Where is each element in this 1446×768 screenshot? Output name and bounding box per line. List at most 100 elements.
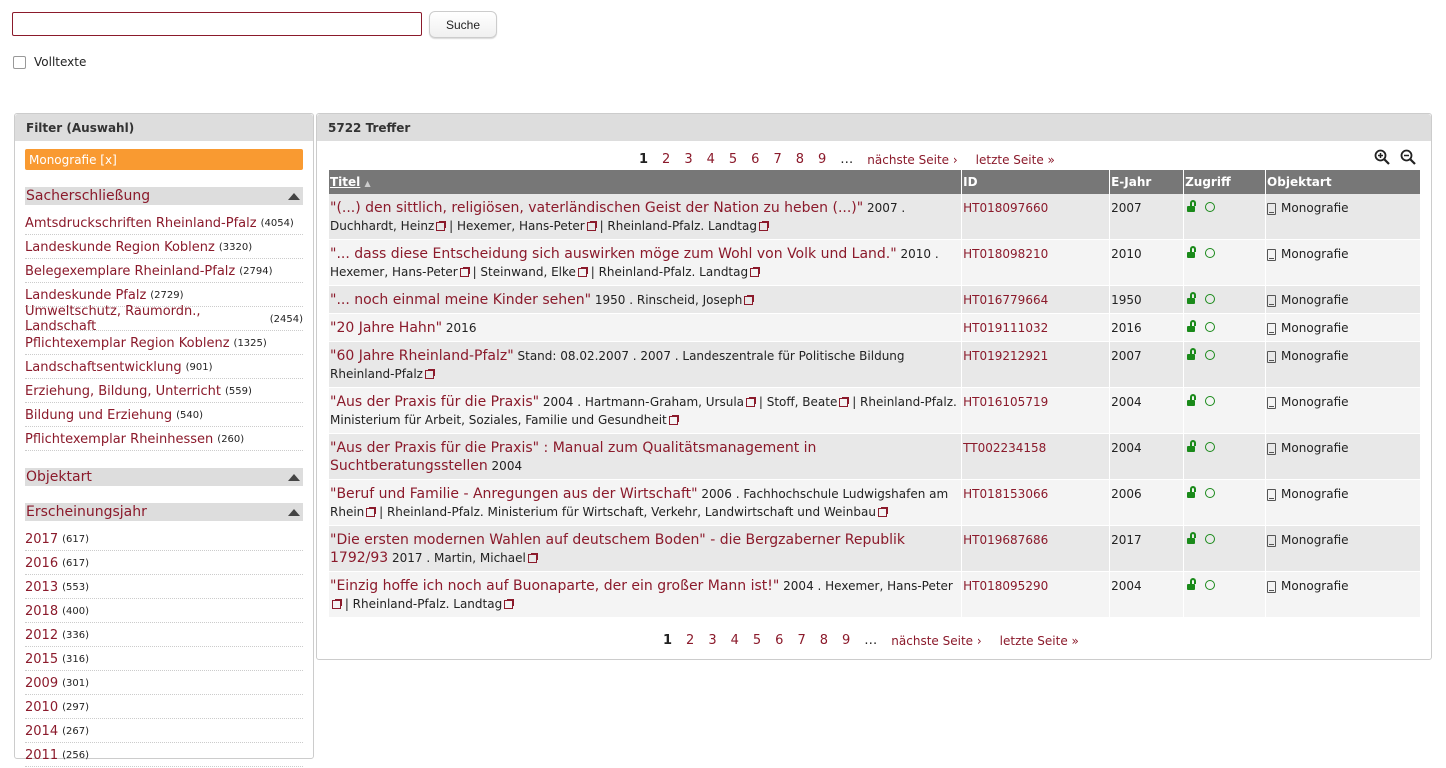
- external-link-icon[interactable]: [586, 221, 597, 231]
- result-title-link[interactable]: "Aus der Praxis für die Praxis" : Manual…: [330, 440, 816, 474]
- result-id-link[interactable]: HT016779664: [963, 293, 1048, 307]
- facet-item-link[interactable]: 2014: [25, 724, 58, 739]
- page-link[interactable]: 5: [753, 633, 761, 648]
- external-link-icon[interactable]: [577, 267, 588, 277]
- page-link[interactable]: 6: [751, 152, 759, 167]
- facet-item-count: (2454): [269, 313, 303, 325]
- facet-item-link[interactable]: Pflichtexemplar Rheinhessen: [25, 432, 213, 447]
- external-link-icon[interactable]: [527, 553, 538, 563]
- page-link[interactable]: 9: [842, 633, 850, 648]
- result-title-link[interactable]: "... dass diese Entscheidung sich auswir…: [330, 246, 897, 262]
- result-id-link[interactable]: HT018097660: [963, 201, 1048, 215]
- page-link[interactable]: 4: [707, 152, 715, 167]
- page-link[interactable]: 7: [773, 152, 781, 167]
- column-header-title[interactable]: Titel ▲: [329, 170, 963, 194]
- next-page-link[interactable]: nächste Seite ›: [867, 153, 957, 167]
- cell-title: "Einzig hoffe ich noch auf Buonaparte, d…: [329, 571, 963, 618]
- page-link[interactable]: 2: [686, 633, 694, 648]
- facet-item-link[interactable]: Amtsdruckschriften Rheinland-Pfalz: [25, 216, 257, 231]
- result-id-link[interactable]: HT019212921: [963, 349, 1048, 363]
- table-row: "Beruf und Familie - Anregungen aus der …: [329, 479, 1421, 526]
- result-id-link[interactable]: HT019111032: [963, 321, 1048, 335]
- page-link[interactable]: 9: [818, 152, 826, 167]
- lock-open-icon: [1187, 578, 1197, 590]
- lock-open-icon: [1187, 486, 1197, 498]
- page-link[interactable]: 4: [731, 633, 739, 648]
- result-title-link[interactable]: "60 Jahre Rheinland-Pfalz": [330, 348, 514, 364]
- facet-item-link[interactable]: Belegexemplare Rheinland-Pfalz: [25, 264, 235, 279]
- type-label: Monografie: [1281, 395, 1349, 409]
- external-link-icon[interactable]: [839, 397, 850, 407]
- facet-item-link[interactable]: 2017: [25, 532, 58, 547]
- facet-header[interactable]: Erscheinungsjahr: [25, 503, 303, 521]
- collapse-icon[interactable]: [288, 192, 300, 200]
- facet-item-link[interactable]: Bildung und Erziehung: [25, 408, 172, 423]
- facet-item-link[interactable]: 2012: [25, 628, 58, 643]
- page-link[interactable]: 3: [684, 152, 692, 167]
- external-link-icon[interactable]: [504, 599, 515, 609]
- page-link[interactable]: 3: [708, 633, 716, 648]
- next-page-link[interactable]: nächste Seite ›: [891, 634, 981, 648]
- result-id-link[interactable]: HT019687686: [963, 533, 1048, 547]
- last-page-link[interactable]: letzte Seite »: [976, 153, 1055, 167]
- search-input[interactable]: [12, 12, 422, 36]
- external-link-icon[interactable]: [459, 267, 470, 277]
- facet-item-link[interactable]: Erziehung, Bildung, Unterricht: [25, 384, 221, 399]
- facet-item-link[interactable]: Umweltschutz, Raumordn., Landschaft: [25, 304, 266, 334]
- external-link-icon[interactable]: [668, 415, 679, 425]
- cell-access: [1183, 479, 1267, 526]
- zoom-in-icon[interactable]: [1374, 149, 1390, 165]
- zoom-out-icon[interactable]: [1400, 149, 1416, 165]
- facet-item-link[interactable]: Landschaftsentwicklung: [25, 360, 182, 375]
- table-row: "20 Jahre Hahn" 2016 HT019111032 2016 Mono…: [329, 313, 1421, 342]
- facet-item-count: (1325): [233, 337, 267, 349]
- facet-header[interactable]: Sacherschließung: [25, 187, 303, 205]
- facet-item-link[interactable]: 2009: [25, 676, 58, 691]
- external-link-icon[interactable]: [746, 397, 757, 407]
- page-link[interactable]: 8: [796, 152, 804, 167]
- facet-item-link[interactable]: 2010: [25, 700, 58, 715]
- result-id-link[interactable]: HT016105719: [963, 395, 1048, 409]
- facet-item-link[interactable]: Pflichtexemplar Region Koblenz: [25, 336, 230, 351]
- page-link[interactable]: 7: [797, 633, 805, 648]
- external-link-icon[interactable]: [877, 507, 888, 517]
- collapse-icon[interactable]: [288, 473, 300, 481]
- external-link-icon[interactable]: [436, 221, 447, 231]
- page-link[interactable]: 2: [662, 152, 670, 167]
- facet-header[interactable]: Objektart: [25, 468, 303, 486]
- result-id-link[interactable]: TT002234158: [963, 441, 1046, 455]
- facet-item-link[interactable]: 2011: [25, 748, 58, 763]
- fulltext-checkbox[interactable]: [13, 55, 26, 69]
- external-link-icon[interactable]: [744, 295, 755, 305]
- external-link-icon[interactable]: [758, 221, 769, 231]
- result-id-link[interactable]: HT018153066: [963, 487, 1048, 501]
- facet-item-link[interactable]: 2015: [25, 652, 58, 667]
- result-id-link[interactable]: HT018095290: [963, 579, 1048, 593]
- facet-item-link[interactable]: Landeskunde Region Koblenz: [25, 240, 215, 255]
- result-title-link[interactable]: "... noch einmal meine Kinder sehen": [330, 292, 591, 308]
- external-link-icon[interactable]: [750, 267, 761, 277]
- page-link[interactable]: 6: [775, 633, 783, 648]
- facet-item-link[interactable]: 2018: [25, 604, 58, 619]
- selected-filter-monografie[interactable]: Monografie [x]: [25, 149, 303, 170]
- facet-item-count: (2794): [239, 265, 273, 277]
- result-title-link[interactable]: "Einzig hoffe ich noch auf Buonaparte, d…: [330, 578, 779, 594]
- last-page-link[interactable]: letzte Seite »: [1000, 634, 1079, 648]
- facet-item-link[interactable]: 2016: [25, 556, 58, 571]
- cell-access: [1183, 285, 1267, 314]
- facet-item-link[interactable]: Landeskunde Pfalz: [25, 288, 146, 303]
- result-id-link[interactable]: HT018098210: [963, 247, 1048, 261]
- result-title-link[interactable]: "20 Jahre Hahn": [330, 320, 442, 336]
- external-link-icon[interactable]: [424, 369, 435, 379]
- result-title-link[interactable]: "Beruf und Familie - Anregungen aus der …: [330, 486, 698, 502]
- facet-item-link[interactable]: 2013: [25, 580, 58, 595]
- page-link[interactable]: 8: [820, 633, 828, 648]
- search-button[interactable]: Suche: [429, 11, 497, 38]
- result-title-link[interactable]: "(...) den sittlich, religiösen, vaterlä…: [330, 200, 863, 216]
- lock-open-icon: [1187, 320, 1197, 332]
- collapse-icon[interactable]: [288, 508, 300, 516]
- result-title-link[interactable]: "Aus der Praxis für die Praxis": [330, 394, 539, 410]
- page-link[interactable]: 5: [729, 152, 737, 167]
- external-link-icon[interactable]: [366, 507, 377, 517]
- external-link-icon[interactable]: [332, 599, 342, 609]
